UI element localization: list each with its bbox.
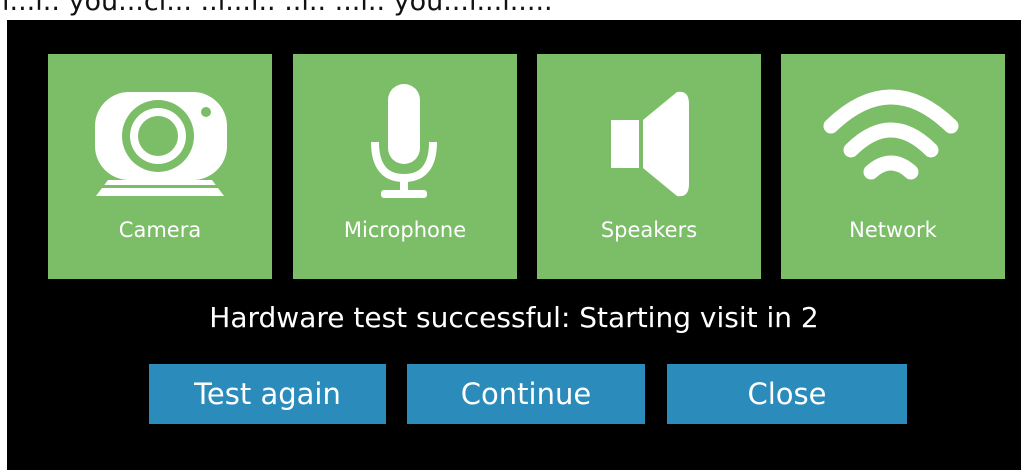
- continue-button[interactable]: Continue: [407, 364, 645, 424]
- speakers-tile: Speakers: [537, 54, 761, 279]
- status-message: Hardware test successful: Starting visit…: [209, 301, 819, 334]
- network-tile: Network: [781, 54, 1005, 279]
- background-text: l...l.. you...cl... ..l...l.. ..l.. ...l…: [2, 0, 553, 17]
- hardware-test-dialog: Camera Microphone Speakers Network Hardw…: [7, 20, 1021, 470]
- speakers-label: Speakers: [600, 218, 698, 242]
- network-label: Network: [849, 218, 937, 242]
- close-button[interactable]: Close: [667, 364, 907, 424]
- camera-label: Camera: [118, 218, 202, 242]
- speaker-icon: [537, 54, 761, 204]
- microphone-icon: [293, 54, 517, 204]
- background-page-text: l...l.. you...cl... ..l...l.. ..l.. ...l…: [0, 0, 1021, 20]
- microphone-label: Microphone: [343, 218, 467, 242]
- wifi-icon: [781, 54, 1005, 204]
- camera-tile: Camera: [48, 54, 272, 279]
- camera-icon: [48, 54, 272, 204]
- microphone-tile: Microphone: [293, 54, 517, 279]
- test-again-button[interactable]: Test again: [149, 364, 386, 424]
